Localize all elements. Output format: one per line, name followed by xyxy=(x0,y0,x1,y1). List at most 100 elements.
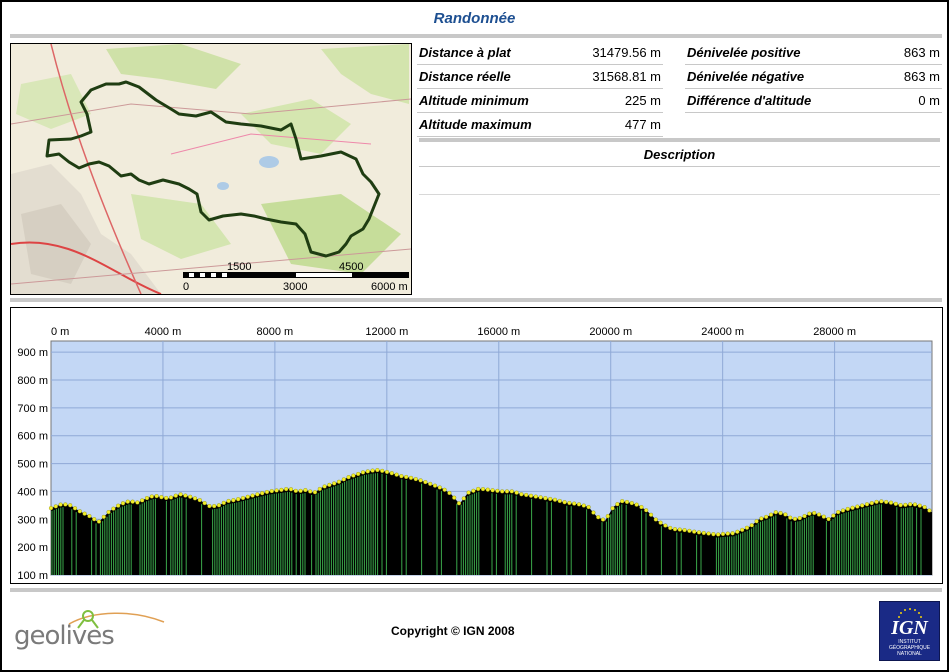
track-point xyxy=(384,469,390,475)
track-point xyxy=(912,502,918,507)
copyright-text: Copyright © IGN 2008 xyxy=(391,624,515,638)
map-canvas: 1500 4500 0 3000 6000 m xyxy=(11,44,411,294)
track-point xyxy=(840,508,846,513)
description-underline xyxy=(419,194,940,195)
track-point xyxy=(677,527,682,532)
track-point xyxy=(519,492,524,497)
x-tick-label: 8000 m xyxy=(257,326,294,338)
track-point xyxy=(524,492,529,498)
track-point xyxy=(744,525,750,530)
track-point xyxy=(807,511,812,516)
track-point xyxy=(586,505,591,510)
track-point xyxy=(749,523,754,528)
track-point xyxy=(663,523,668,528)
track-point xyxy=(845,506,850,512)
track-point xyxy=(284,487,289,492)
track-point xyxy=(154,494,159,499)
track-point xyxy=(308,489,313,494)
track-point xyxy=(788,515,793,520)
track-point xyxy=(63,502,68,507)
track-point xyxy=(552,497,558,502)
track-point xyxy=(437,485,442,490)
track-point xyxy=(111,506,116,511)
track-point xyxy=(380,468,385,473)
track-point xyxy=(927,508,932,513)
track-point xyxy=(87,514,92,519)
track-point xyxy=(528,493,534,498)
track-point xyxy=(768,512,774,517)
x-tick-label: 20000 m xyxy=(589,326,632,338)
y-tick-label: 100 m xyxy=(17,570,48,582)
track-point xyxy=(533,494,538,499)
stat-altitude-max: Altitude maximum 477 m xyxy=(417,114,663,137)
track-point xyxy=(216,503,222,508)
elevation-profile[interactable]: 0 m 4000 m 8000 m 12000 m 16000 m 20000 m 2400… xyxy=(10,307,943,584)
x-tick-label: 24000 m xyxy=(701,326,744,338)
track-point xyxy=(644,508,649,513)
stat-value: 477 m xyxy=(624,117,661,132)
track-point xyxy=(826,517,831,522)
ign-logo-text: IGN xyxy=(890,617,929,639)
stat-value: 0 m xyxy=(918,93,940,108)
y-tick-label: 900 m xyxy=(17,347,48,359)
track-point xyxy=(298,488,303,493)
track-point xyxy=(783,512,788,517)
track-point xyxy=(816,512,822,517)
track-point xyxy=(120,501,126,506)
geolives-logo: geolives xyxy=(14,608,172,651)
map-scale-label-1500: 1500 xyxy=(227,261,251,273)
ign-logo-line-2: GÉOGRAPHIQUE xyxy=(889,644,931,651)
track-point xyxy=(418,478,423,483)
stat-value: 31479.56 m xyxy=(592,45,661,60)
track-point xyxy=(164,495,169,501)
track-point xyxy=(197,498,202,503)
track-point xyxy=(116,503,121,508)
track-point xyxy=(92,517,97,522)
x-tick-label: 12000 m xyxy=(365,326,408,338)
track-point xyxy=(764,514,769,519)
track-point xyxy=(77,509,82,514)
map-scale-label-3000: 3000 xyxy=(283,281,307,293)
track-point xyxy=(864,502,870,507)
track-point xyxy=(490,488,495,493)
track-point xyxy=(917,503,922,508)
track-point xyxy=(192,496,198,501)
track-point xyxy=(884,499,889,505)
y-tick-label: 800 m xyxy=(17,375,48,387)
map-scale-label-0: 0 xyxy=(183,281,189,293)
track-point xyxy=(68,503,73,508)
track-point xyxy=(456,501,462,506)
track-point xyxy=(850,505,855,510)
track-point xyxy=(855,504,860,509)
track-point xyxy=(600,517,606,522)
x-tick-label: 0 m xyxy=(51,326,69,338)
track-point xyxy=(495,488,500,493)
track-point xyxy=(730,531,735,536)
track-point xyxy=(874,499,879,504)
footer-divider xyxy=(10,588,942,592)
y-tick-label: 700 m xyxy=(17,403,48,415)
track-point xyxy=(682,528,687,533)
track-point xyxy=(802,514,807,519)
track-point xyxy=(797,516,802,521)
track-point xyxy=(605,514,610,519)
track-point xyxy=(264,489,270,495)
track-point xyxy=(188,494,193,499)
route-map[interactable]: 1500 4500 0 3000 6000 m xyxy=(10,43,412,295)
x-tick-label: 16000 m xyxy=(477,326,520,338)
track-point xyxy=(240,495,246,501)
track-point xyxy=(168,495,174,500)
track-point xyxy=(125,499,130,504)
elevation-chart: 0 m 4000 m 8000 m 12000 m 16000 m 20000 m 2400… xyxy=(17,326,933,582)
track-point xyxy=(341,477,346,482)
stat-elevation-loss: Dénivelée négative 863 m xyxy=(685,66,942,89)
description-heading: Description xyxy=(419,143,940,167)
track-point xyxy=(821,514,826,519)
stat-value: 863 m xyxy=(903,69,940,84)
track-point xyxy=(375,468,380,473)
track-point xyxy=(476,486,481,492)
track-point xyxy=(279,487,284,492)
report-frame: Randonnée 1500 4500 0 3000 6000 m Distan… xyxy=(0,0,949,672)
track-point xyxy=(178,492,183,497)
y-tick-label: 400 m xyxy=(17,486,48,498)
